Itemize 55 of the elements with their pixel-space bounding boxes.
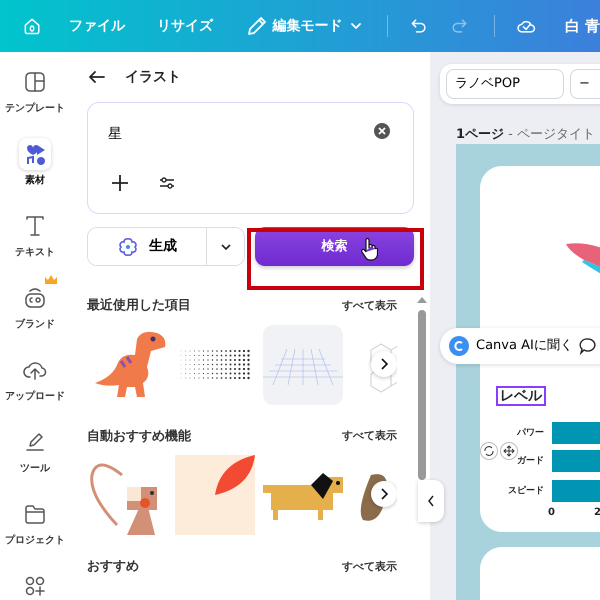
leaf-drawing[interactable] — [175, 455, 255, 535]
clear-icon[interactable] — [373, 122, 391, 140]
rail-item[interactable]: プロジェクト — [0, 498, 70, 570]
scroll-up-icon[interactable] — [416, 296, 428, 304]
next-button[interactable] — [371, 481, 397, 507]
see-all-link[interactable]: すべて表示 — [342, 558, 397, 575]
chart-bar — [552, 422, 600, 444]
rail-label: プロジェクト — [5, 533, 65, 548]
axis-tick-label: 2 — [594, 506, 600, 520]
hand-cursor-icon — [360, 237, 378, 261]
document-title[interactable]: 白 青 — [564, 14, 600, 38]
rail-label: ツール — [20, 462, 50, 476]
scrollbar-thumb[interactable] — [418, 310, 426, 480]
ai-logo-icon — [448, 335, 470, 357]
chevron-right-icon — [379, 488, 389, 500]
rail-item[interactable]: テキスト — [0, 210, 70, 282]
chart-bar — [552, 450, 600, 472]
rail-item[interactable]: アップロード — [0, 354, 70, 426]
rail-item[interactable]: テンプレート — [0, 66, 70, 138]
collapse-panel-button[interactable] — [418, 480, 444, 522]
rail-item[interactable]: ツール — [0, 426, 70, 498]
search-field[interactable]: 星 — [106, 123, 356, 146]
see-all-link[interactable]: すべて表示 — [342, 428, 397, 444]
bar-label: ガード — [517, 455, 544, 468]
chat-bubble-icon — [578, 337, 597, 355]
section-title: 最近使用した項目 — [87, 297, 191, 315]
rail-item[interactable]: 素材 — [0, 138, 70, 210]
page-number: 1ページ — [456, 126, 504, 144]
sparkle-flower-icon — [117, 236, 139, 258]
rail-label: テンプレート — [5, 101, 65, 116]
bar-label: スピード — [508, 485, 544, 498]
rail-label: ブランド — [15, 318, 55, 332]
search-button[interactable]: 検索 — [255, 227, 414, 266]
next-button[interactable] — [371, 350, 397, 376]
bar-label: パワー — [517, 427, 544, 440]
decrease-size-button[interactable]: − — [570, 69, 600, 99]
chevron-left-icon — [427, 495, 435, 507]
axis-tick-label: 0 — [548, 506, 555, 520]
panel-title: イラスト — [125, 68, 181, 86]
ask-ai-button[interactable]: Canva AIに聞く — [440, 328, 600, 364]
rail-item[interactable]: ブランド — [0, 282, 70, 354]
section-title: おすすめ — [87, 558, 139, 576]
plus-icon[interactable] — [110, 173, 130, 193]
font-selector[interactable]: ラノベPOP — [446, 69, 564, 99]
rotate-icon — [483, 445, 495, 457]
see-all-link[interactable]: すべて表示 — [342, 298, 397, 314]
chart-bar — [552, 480, 600, 502]
rail-label: テキスト — [15, 246, 55, 260]
move-icon — [503, 445, 515, 457]
section-title: 自動おすすめ機能 — [87, 428, 191, 446]
page-title[interactable]: - ページタイト — [504, 125, 596, 144]
design-heading[interactable]: レベル — [496, 386, 546, 406]
rail-label: 素材 — [25, 174, 45, 188]
chevron-right-icon — [379, 358, 389, 370]
rail-label: アップロード — [5, 389, 65, 404]
